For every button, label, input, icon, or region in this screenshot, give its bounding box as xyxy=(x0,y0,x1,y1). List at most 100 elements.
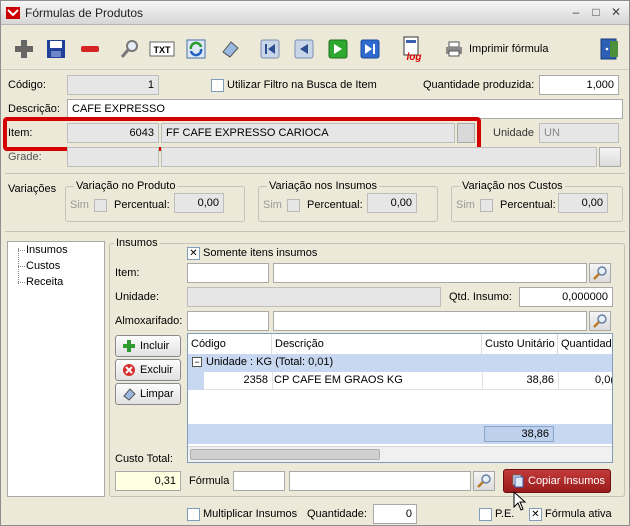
scrollbar-thumb[interactable] xyxy=(190,449,380,460)
table-row[interactable]: 2358 CP CAFE EM GRAOS KG 38,86 0,0( xyxy=(188,372,612,390)
grade-lookup-button[interactable] xyxy=(599,147,621,167)
search-icon[interactable] xyxy=(117,36,143,62)
almoxarifado-code-field[interactable] xyxy=(187,311,269,331)
grid-header-descricao[interactable]: Descrição xyxy=(272,334,482,354)
delete-x-icon xyxy=(123,364,135,376)
grade-code-field[interactable] xyxy=(67,147,159,167)
add-icon[interactable] xyxy=(11,36,37,62)
insumo-item-search-icon[interactable] xyxy=(589,263,611,283)
qtd-insumo-field[interactable]: 0,000000 xyxy=(519,287,613,307)
insumos-grid: Código Descrição Custo Unitário Quantida… xyxy=(187,333,613,463)
incluir-button[interactable]: Incluir xyxy=(115,335,181,357)
copiar-insumos-button[interactable]: Copiar Insumos xyxy=(503,469,611,493)
insumos-title: Insumos xyxy=(114,237,160,249)
grid-group-row[interactable]: − Unidade : KG (Total: 0,01) xyxy=(188,354,612,372)
mouse-cursor-icon xyxy=(513,491,527,511)
multiplicar-insumos-label: Multiplicar Insumos xyxy=(203,508,298,520)
variacao-produto-sim-label: Sim xyxy=(70,199,89,211)
grid-header: Código Descrição Custo Unitário Quantida… xyxy=(188,334,612,354)
close-button[interactable]: ✕ xyxy=(607,4,625,21)
variacao-insumos-checkbox[interactable] xyxy=(287,199,300,212)
exit-icon[interactable] xyxy=(597,36,623,62)
eraser-icon[interactable] xyxy=(217,36,243,62)
insumo-item-label: Item: xyxy=(115,267,140,279)
pe-checkbox[interactable] xyxy=(479,508,492,521)
tree-item-custos[interactable]: Custos xyxy=(26,260,60,272)
grade-description-field[interactable] xyxy=(161,147,597,167)
tree-connector xyxy=(18,250,25,251)
insumo-unidade-label: Unidade: xyxy=(115,291,160,303)
last-record-icon[interactable] xyxy=(357,36,383,62)
almoxarifado-label: Almoxarifado: xyxy=(115,315,183,327)
variacao-produto-field[interactable]: 0,00 xyxy=(174,193,224,213)
grid-header-custo[interactable]: Custo Unitário xyxy=(482,334,558,354)
quantidade-produzida-field[interactable]: 1,000 xyxy=(539,75,619,95)
save-icon[interactable] xyxy=(43,36,69,62)
grid-header-codigo[interactable]: Código xyxy=(188,334,272,354)
grid-header-quantidade[interactable]: Quantidade xyxy=(558,334,612,354)
almoxarifado-search-icon[interactable] xyxy=(589,311,611,331)
somente-insumos-checkbox[interactable]: ✕ xyxy=(187,247,200,260)
variacao-produto-title: Variação no Produto xyxy=(74,180,178,192)
qtd-insumo-label: Qtd. Insumo: xyxy=(449,291,512,303)
grid-total-custo: 38,86 xyxy=(484,426,554,442)
grid-indent xyxy=(188,372,204,390)
variacao-insumos-sim-label: Sim xyxy=(263,199,282,211)
custo-total-field: 0,31 xyxy=(115,471,181,491)
formula-description-field[interactable] xyxy=(289,471,471,491)
variacao-insumos-group: Variação nos Insumos Sim Percentual: 0,0… xyxy=(258,180,438,222)
variacao-custos-group: Variação nos Custos Sim Percentual: 0,00 xyxy=(451,180,623,222)
codigo-field[interactable]: 1 xyxy=(67,75,159,95)
unidade-field[interactable]: UN xyxy=(539,123,619,143)
insumo-item-code-field[interactable] xyxy=(187,263,269,283)
tree-connector xyxy=(18,282,25,283)
svg-text:TXT: TXT xyxy=(154,45,172,55)
descricao-label: Descrição: xyxy=(8,103,60,115)
insumo-item-description-field[interactable] xyxy=(273,263,587,283)
insumo-unidade-field[interactable] xyxy=(187,287,441,307)
variacao-insumos-percentual-label: Percentual: xyxy=(307,199,363,211)
quantidade-produzida-label: Quantidade produzida: xyxy=(423,79,535,91)
first-record-icon[interactable] xyxy=(257,36,283,62)
collapse-icon[interactable]: − xyxy=(192,357,202,367)
divider xyxy=(5,173,625,174)
descricao-field[interactable]: CAFE EXPRESSO xyxy=(67,99,623,119)
excluir-label: Excluir xyxy=(140,364,174,376)
somente-insumos-label: Somente itens insumos xyxy=(203,247,318,259)
multiplicar-insumos-checkbox[interactable] xyxy=(187,508,200,521)
tree-connector xyxy=(18,266,25,267)
formula-label: Fórmula xyxy=(189,475,230,487)
log-icon[interactable]: log xyxy=(401,36,427,62)
variacao-custos-field[interactable]: 0,00 xyxy=(558,193,608,213)
window-title: Fórmulas de Produtos xyxy=(25,6,144,20)
formula-code-field[interactable] xyxy=(233,471,285,491)
divider xyxy=(5,231,625,232)
tree-item-receita[interactable]: Receita xyxy=(26,276,63,288)
print-formula-label: Imprimir fórmula xyxy=(469,43,549,55)
custo-total-label: Custo Total: xyxy=(115,453,173,465)
cell-divider xyxy=(482,372,483,390)
variacao-insumos-field[interactable]: 0,00 xyxy=(367,193,417,213)
tree-item-insumos[interactable]: Insumos xyxy=(26,244,68,256)
almoxarifado-description-field[interactable] xyxy=(273,311,587,331)
variacao-custos-checkbox[interactable] xyxy=(480,199,493,212)
limpar-button[interactable]: Limpar xyxy=(115,383,181,405)
horizontal-scrollbar[interactable] xyxy=(188,446,612,462)
print-formula-button[interactable]: Imprimir fórmula xyxy=(445,36,595,62)
delete-icon[interactable] xyxy=(77,36,103,62)
variacao-produto-checkbox[interactable] xyxy=(94,199,107,212)
formula-search-icon[interactable] xyxy=(473,471,495,491)
formula-ativa-checkbox[interactable]: ✕ xyxy=(529,508,542,521)
maximize-button[interactable]: □ xyxy=(587,4,605,21)
excluir-button[interactable]: Excluir xyxy=(115,359,181,381)
filtro-checkbox[interactable] xyxy=(211,79,224,92)
limpar-label: Limpar xyxy=(140,388,174,400)
txt-export-icon[interactable]: TXT xyxy=(149,36,175,62)
variacao-custos-sim-label: Sim xyxy=(456,199,475,211)
footer-quantidade-field[interactable]: 0 xyxy=(373,504,417,524)
refresh-icon[interactable] xyxy=(183,36,209,62)
minimize-button[interactable]: – xyxy=(567,4,585,21)
next-record-icon[interactable] xyxy=(325,36,351,62)
grid-group-label: Unidade : KG (Total: 0,01) xyxy=(206,356,334,368)
previous-record-icon[interactable] xyxy=(291,36,317,62)
